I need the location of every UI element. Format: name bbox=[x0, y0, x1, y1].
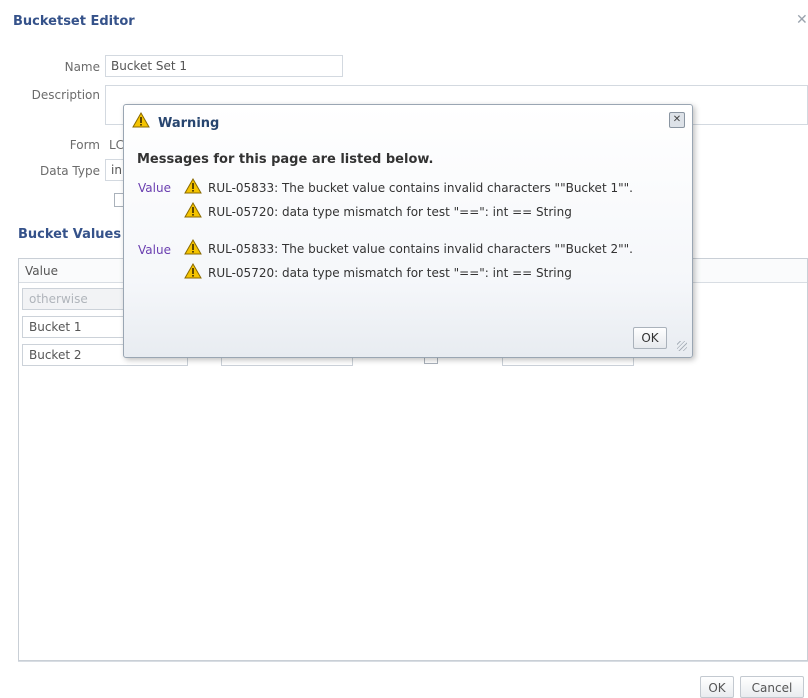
form-label: Form bbox=[69, 138, 100, 152]
form-value: LC bbox=[109, 138, 125, 152]
description-label: Description bbox=[31, 88, 100, 102]
message-text: RUL-05720: data type mismatch for test "… bbox=[208, 266, 572, 280]
footer-divider bbox=[18, 661, 808, 662]
message-text: RUL-05833: The bucket value contains inv… bbox=[208, 181, 633, 195]
warning-dialog: Warning ✕ Messages for this page are lis… bbox=[123, 104, 693, 358]
ok-button[interactable]: OK bbox=[700, 676, 734, 698]
warning-icon bbox=[184, 178, 202, 194]
warning-icon bbox=[184, 239, 202, 255]
dialog-ok-button[interactable]: OK bbox=[633, 327, 667, 349]
cancel-button[interactable]: Cancel bbox=[740, 676, 804, 698]
editor-title: Bucketset Editor bbox=[13, 14, 135, 29]
resize-grip[interactable] bbox=[677, 341, 687, 351]
message-field-label[interactable]: Value bbox=[138, 181, 171, 195]
warning-icon bbox=[184, 263, 202, 279]
dialog-heading: Messages for this page are listed below. bbox=[137, 152, 434, 167]
dialog-title: Warning bbox=[158, 116, 220, 131]
name-label: Name bbox=[64, 60, 100, 74]
dialog-close-icon[interactable]: ✕ bbox=[669, 112, 685, 128]
editor-close-icon[interactable]: ✕ bbox=[796, 12, 808, 28]
bucket-values-title: Bucket Values bbox=[18, 227, 122, 242]
message-field-label[interactable]: Value bbox=[138, 243, 171, 257]
warning-icon bbox=[184, 202, 202, 218]
data-type-label: Data Type bbox=[39, 164, 100, 178]
name-field[interactable]: Bucket Set 1 bbox=[105, 55, 343, 77]
message-text: RUL-05720: data type mismatch for test "… bbox=[208, 205, 572, 219]
message-text: RUL-05833: The bucket value contains inv… bbox=[208, 242, 633, 256]
warning-icon bbox=[132, 112, 150, 128]
